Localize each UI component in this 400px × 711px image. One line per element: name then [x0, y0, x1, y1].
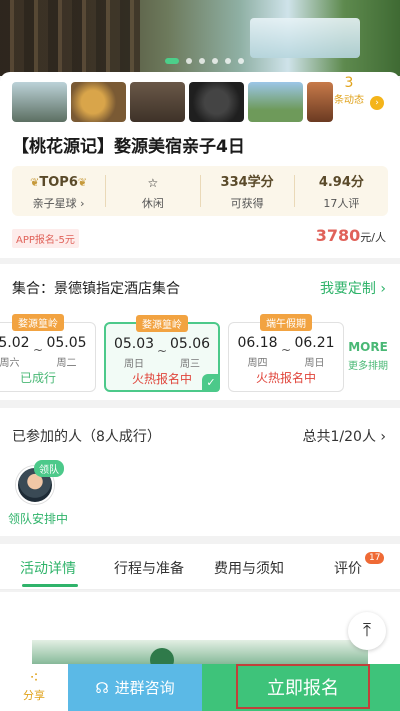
stat-bottom: 亲子星球 ›	[32, 197, 85, 210]
consult-button[interactable]: ☊ 进群咨询	[68, 664, 202, 711]
active-tab-indicator	[22, 584, 78, 587]
date-option-selected[interactable]: 婺源篁岭 05.03 05.06 ~ 周日 周三 火热报名中 ✓	[104, 315, 220, 392]
date-options: 婺源篁岭 05.0205.05 ~ 周六周二 已成行 婺源篁岭 05.0305.…	[0, 314, 344, 392]
tab-fees[interactable]: 费用与须知	[214, 558, 284, 578]
carousel-dot-active	[165, 58, 179, 64]
date-status: 火热报名中	[255, 371, 316, 385]
date-end: 06.21	[294, 335, 335, 351]
share-icon: ⁖	[29, 668, 39, 687]
back-to-top-icon[interactable]: ⤒	[348, 612, 386, 650]
carousel-dot	[225, 58, 231, 64]
participants-title: 已参加的人（8人成行）	[12, 429, 161, 445]
date-end-day: 周三	[180, 359, 200, 370]
date-tag: 婺源篁岭	[12, 314, 64, 331]
date-start: 05.02	[0, 335, 30, 351]
thumbnail[interactable]	[12, 82, 67, 122]
date-option[interactable]: 端午假期 06.18 06.21 ~ 周四 周日 火热报名中	[228, 314, 344, 392]
hero-waterfall-image	[250, 18, 360, 58]
stat-top: 334学分	[220, 175, 274, 190]
consult-label: 进群咨询	[114, 679, 175, 697]
half-star-icon: ☆	[147, 176, 159, 190]
hero-house-image	[0, 0, 140, 76]
chevron-right-icon[interactable]: ›	[370, 96, 384, 110]
stat-top: 4.94分	[318, 175, 364, 190]
headset-icon: ☊	[95, 678, 109, 697]
laurel-icon: ❦	[30, 176, 40, 189]
stat-intensity: ☆ 休闲	[106, 175, 201, 210]
stat-credits: 334学分 可获得	[201, 175, 295, 210]
stat-rating: 4.94分 17人评	[295, 175, 388, 210]
carousel-dot	[238, 58, 244, 64]
dynamic-number: 3	[344, 75, 354, 91]
date-start: 05.03	[113, 336, 155, 352]
thumbnail[interactable]	[189, 82, 244, 122]
product-title: 【桃花源记】婺源美宿亲子4日	[12, 137, 245, 157]
custom-trip-link[interactable]: 我要定制 ›	[320, 278, 386, 298]
thumbnail[interactable]	[71, 82, 126, 122]
participants-total[interactable]: 总共1/20人 ›	[303, 426, 387, 446]
signup-label: 立即报名	[236, 664, 370, 709]
carousel-dot	[186, 58, 192, 64]
share-button[interactable]: ⁖ 分享	[0, 664, 68, 711]
date-start-day: 周日	[124, 359, 144, 370]
share-label: 分享	[23, 689, 45, 702]
tab-itinerary[interactable]: 行程与准备	[114, 558, 184, 578]
leader-badge: 领队	[34, 460, 64, 477]
date-option[interactable]: 婺源篁岭 05.0205.05 ~ 周六周二 已成行	[0, 314, 96, 392]
date-end: 05.06	[169, 336, 211, 352]
tab-activity-details[interactable]: 活动详情	[20, 558, 76, 578]
price-unit: 元/人	[360, 231, 386, 244]
thumbnail[interactable]	[307, 82, 333, 122]
thumbnail[interactable]	[130, 82, 185, 122]
stats-bar: ❦TOP6❦ 亲子星球 › ☆ 休闲 334学分 可获得 4.94分 17人评	[12, 166, 388, 216]
thumbnail-strip	[12, 82, 333, 122]
price-value: 3780	[315, 226, 361, 245]
date-status: 已成行	[19, 371, 56, 385]
price: 3780元/人	[316, 226, 386, 245]
check-icon: ✓	[202, 374, 220, 392]
leader-status: 领队安排中	[8, 512, 69, 526]
participants-section: 已参加的人（8人成行） 总共1/20人 › 领队 领队安排中	[0, 408, 400, 536]
date-tag: 端午假期	[260, 314, 312, 331]
date-end: 05.05	[46, 335, 87, 351]
page: 3 条动态 › 【桃花源记】婺源美宿亲子4日 ❦TOP6❦ 亲子星球 › ☆ 休…	[0, 0, 400, 711]
stat-top: TOP6	[39, 175, 78, 190]
dynamic-count[interactable]: 3 条动态	[334, 75, 364, 106]
date-tag: 婺源篁岭	[136, 315, 188, 332]
hero-image[interactable]	[0, 0, 400, 76]
date-end-day: 周二	[56, 358, 77, 369]
signup-button[interactable]: 立即报名	[202, 664, 400, 711]
date-start: 06.18	[237, 335, 278, 351]
app-discount-badge: APP报名-5元	[12, 229, 79, 248]
tab-bar: 活动详情 行程与准备 费用与须知 评价 17	[0, 544, 400, 590]
detail-content	[0, 592, 400, 672]
stat-bottom: 17人评	[323, 197, 360, 210]
gather-location: 集合：景德镇指定酒店集合	[12, 281, 180, 297]
stat-bottom: 休闲	[141, 197, 164, 210]
date-end-day: 周日	[304, 358, 325, 369]
product-card: 3 条动态 › 【桃花源记】婺源美宿亲子4日 ❦TOP6❦ 亲子星球 › ☆ 休…	[0, 72, 400, 258]
more-dates-button[interactable]: MORE 更多排期	[348, 340, 388, 372]
stat-ranking[interactable]: ❦TOP6❦ 亲子星球 ›	[12, 175, 107, 210]
schedule-section: 集合：景德镇指定酒店集合 我要定制 › 婺源篁岭 05.0205.05 ~ 周六…	[0, 264, 400, 400]
bottom-action-bar: ⁖ 分享 ☊ 进群咨询 立即报名	[0, 664, 400, 711]
stat-bottom: 可获得	[230, 197, 264, 210]
more-sub-label: 更多排期	[348, 361, 388, 372]
carousel-indicator	[165, 58, 244, 64]
carousel-dot	[199, 58, 205, 64]
date-start-day: 周四	[247, 358, 268, 369]
thumbnail[interactable]	[248, 82, 303, 122]
date-start-day: 周六	[0, 358, 20, 369]
carousel-dot	[212, 58, 218, 64]
laurel-icon: ❦	[77, 176, 88, 189]
dynamic-label: 条动态	[334, 95, 364, 106]
more-label: MORE	[348, 340, 388, 354]
tab-reviews[interactable]: 评价	[334, 558, 362, 578]
review-count-badge: 17	[365, 552, 385, 564]
